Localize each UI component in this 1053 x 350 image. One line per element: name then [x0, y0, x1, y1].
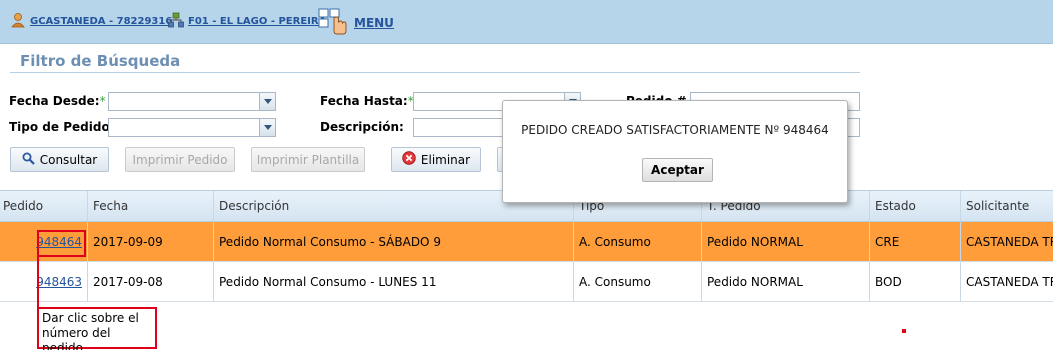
col-pedido[interactable]: Pedido	[0, 191, 87, 221]
col-solicitante[interactable]: Solicitante	[960, 191, 1053, 221]
tipo-cell: A. Consumo	[573, 262, 701, 301]
tipo-cell: A. Consumo	[573, 222, 701, 261]
red-dot-marker	[902, 329, 906, 333]
table-row[interactable]: 948463 2017-09-08 Pedido Normal Consumo …	[0, 262, 1053, 302]
delete-icon	[402, 151, 416, 168]
fecha-desde-label: Fecha Desde:*	[9, 94, 106, 108]
tipo-pedido-label: Tipo de Pedido:	[9, 120, 115, 134]
callout-note: Dar clic sobre el número del pedido	[37, 307, 157, 350]
branch-link[interactable]: F01 - EL LAGO - PEREIRA	[188, 16, 326, 27]
t-pedido-cell: Pedido NORMAL	[701, 262, 869, 301]
eliminar-label: Eliminar	[420, 152, 471, 167]
dialog-message: PEDIDO CREADO SATISFACTORIAMENTE Nº 9484…	[521, 123, 829, 137]
accept-button[interactable]: Aceptar	[642, 158, 713, 182]
descripcion-cell: Pedido Normal Consumo - SÁBADO 9	[213, 222, 573, 261]
network-icon	[168, 12, 184, 31]
callout-note-line2: número del pedido	[42, 326, 111, 350]
filter-title: Filtro de Búsqueda	[20, 52, 181, 70]
eliminar-button[interactable]: Eliminar	[391, 147, 481, 172]
chevron-down-icon[interactable]	[259, 119, 275, 136]
descripcion-cell: Pedido Normal Consumo - LUNES 11	[213, 262, 573, 301]
menu-entry: MENU	[318, 7, 394, 38]
col-estado[interactable]: Estado	[869, 191, 960, 221]
tipo-pedido-select[interactable]	[108, 118, 276, 137]
pedido-link[interactable]: 948463	[36, 275, 82, 289]
fecha-cell: 2017-09-08	[87, 262, 213, 301]
solicitante-cell: CASTANEDA TRE	[960, 222, 1053, 261]
estado-cell: BOD	[869, 262, 960, 301]
fecha-hasta-label: Fecha Hasta:*	[320, 94, 414, 108]
table-row[interactable]: 948464 2017-09-09 Pedido Normal Consumo …	[0, 222, 1053, 262]
consultar-label: Consultar	[39, 152, 98, 167]
solicitante-cell: CASTANEDA TRE	[960, 262, 1053, 301]
user-link[interactable]: GCASTANEDA - 78229316	[30, 16, 172, 27]
fecha-desde-label-text: Fecha Desde:	[9, 94, 100, 108]
t-pedido-cell: Pedido NORMAL	[701, 222, 869, 261]
callout-connector	[37, 257, 39, 307]
branch-info: F01 - EL LAGO - PEREIRA	[168, 12, 326, 31]
search-icon	[22, 152, 35, 168]
pedido-cell: 948463	[0, 262, 87, 301]
fecha-hasta-label-text: Fecha Hasta:	[320, 94, 408, 108]
callout-note-line1: Dar clic sobre el	[42, 311, 139, 325]
user-icon	[10, 12, 26, 31]
fecha-cell: 2017-09-09	[87, 222, 213, 261]
imprimir-pedido-button[interactable]: Imprimir Pedido	[125, 147, 235, 172]
chevron-down-icon[interactable]	[259, 93, 275, 110]
col-fecha[interactable]: Fecha	[87, 191, 213, 221]
top-bar: GCASTANEDA - 78229316 F01 - EL LAGO - PE…	[0, 0, 1053, 44]
consultar-button[interactable]: Consultar	[10, 147, 109, 172]
descripcion-label: Descripción:	[320, 120, 404, 134]
user-info: GCASTANEDA - 78229316	[10, 12, 172, 31]
imprimir-plantilla-button[interactable]: Imprimir Plantilla	[251, 147, 365, 172]
success-dialog: PEDIDO CREADO SATISFACTORIAMENTE Nº 9484…	[502, 100, 848, 203]
required-mark: *	[99, 94, 106, 108]
estado-cell: CRE	[869, 222, 960, 261]
highlight-box	[37, 230, 86, 257]
fecha-desde-select[interactable]	[108, 92, 276, 111]
menu-hand-icon[interactable]	[318, 7, 350, 38]
title-divider	[10, 72, 860, 73]
menu-link[interactable]: MENU	[354, 16, 394, 30]
